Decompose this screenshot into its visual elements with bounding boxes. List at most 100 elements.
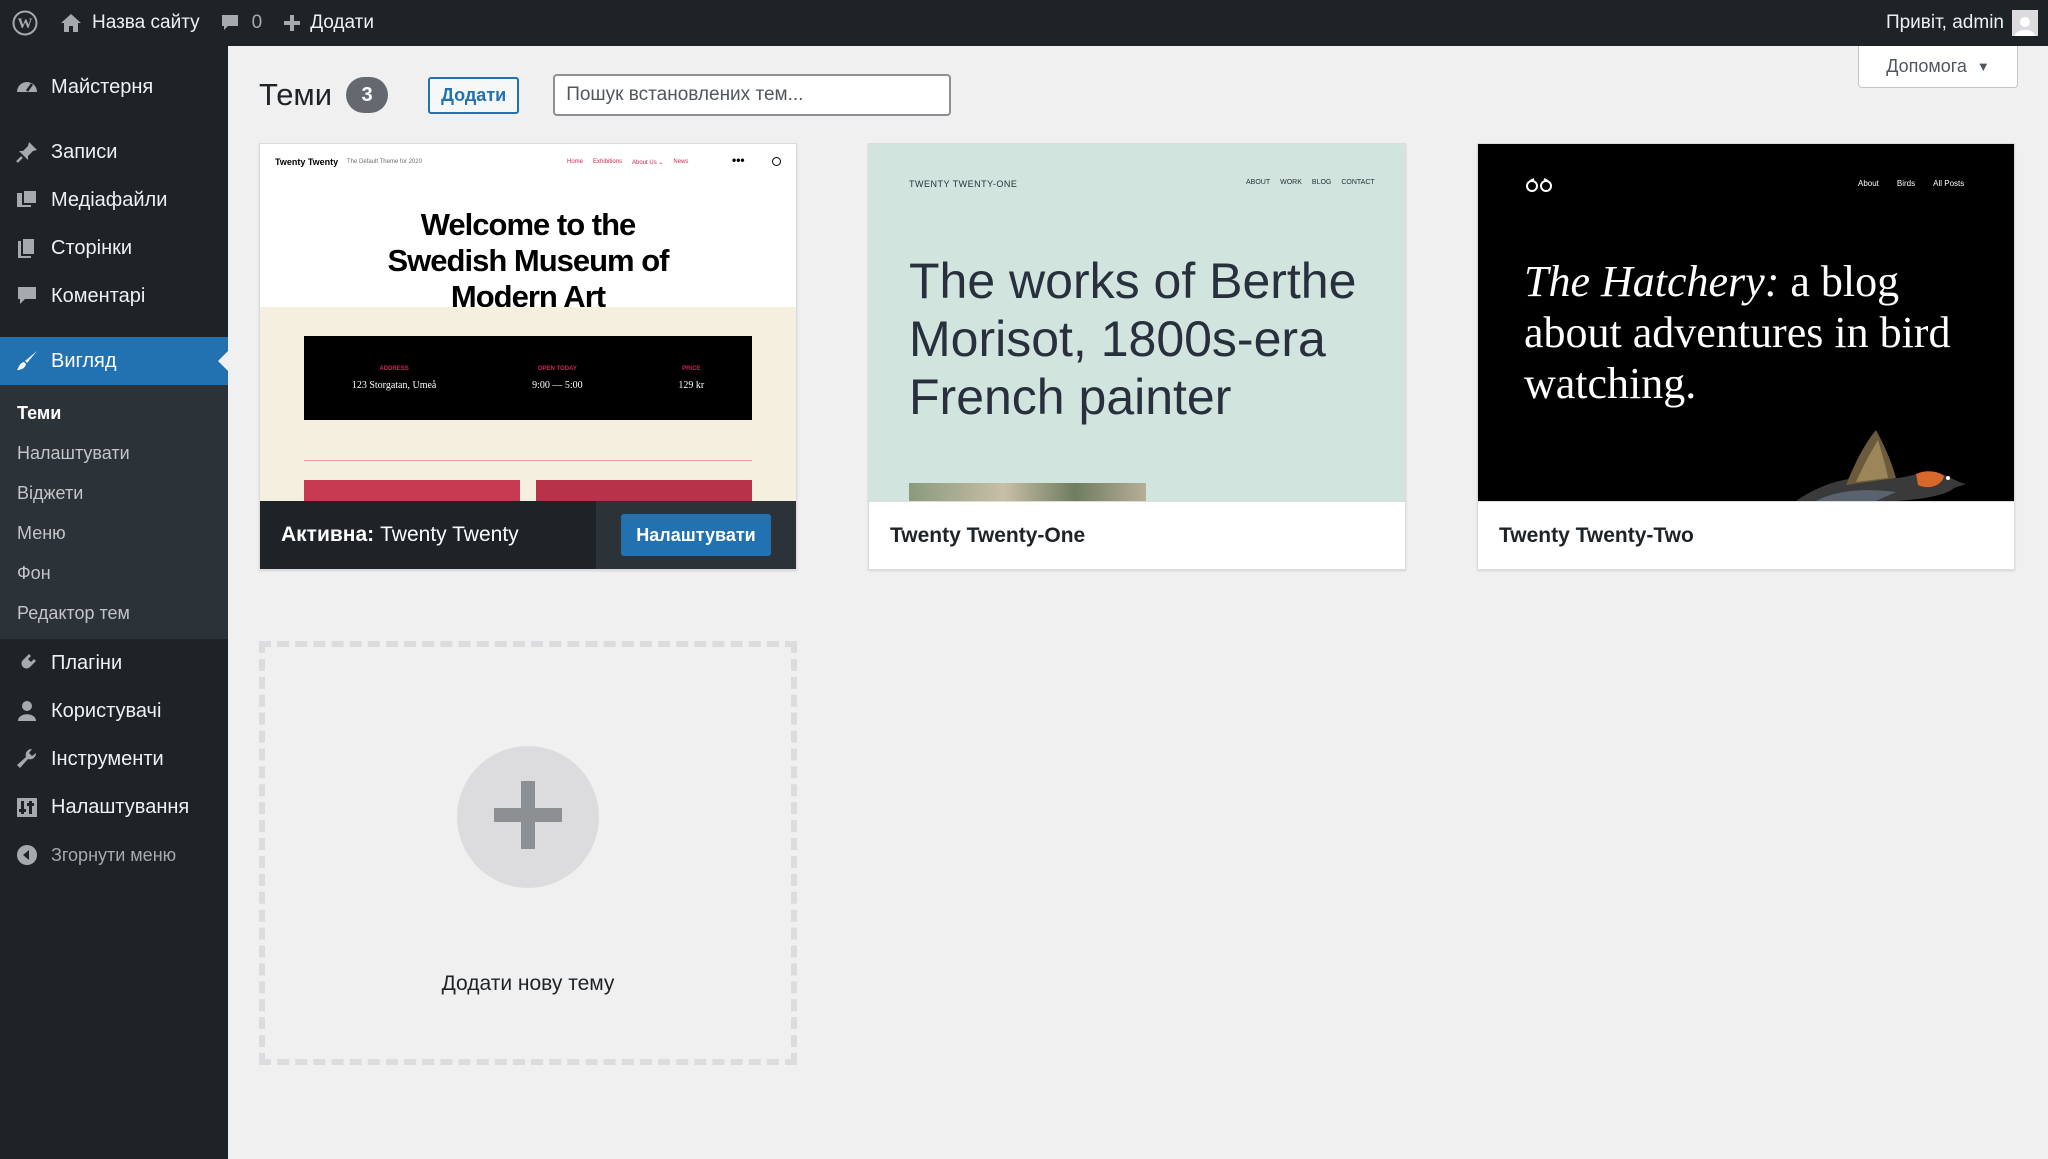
theme-screenshot[interactable]: Twenty Twenty The Default Theme for 2020…	[260, 144, 796, 501]
greeting: Привіт, admin	[1885, 12, 2004, 33]
theme-screenshot[interactable]: About Birds All Posts The Hatchery: a bl…	[1478, 144, 2014, 501]
sidebar-item-label: Сторінки	[51, 236, 133, 259]
theme-name-bar: Активна: Twenty Twenty Налаштувати	[260, 501, 796, 569]
theme-card-twenty-twenty-two[interactable]: About Birds All Posts The Hatchery: a bl…	[1477, 143, 2015, 570]
comments-count: 0	[251, 12, 263, 33]
preview-site-title: TWENTY TWENTY-ONE	[909, 179, 1018, 189]
help-tab-button[interactable]: Допомога ▼	[1858, 46, 2018, 88]
sidebar-item-comments[interactable]: Коментарі	[0, 272, 228, 320]
preview-nav: About Birds All Posts	[1858, 179, 1964, 188]
sidebar-item-tools[interactable]: Інструменти	[0, 735, 228, 783]
preview-nav-item: All Posts	[1933, 179, 1965, 188]
submenu-menus[interactable]: Меню	[0, 513, 228, 553]
dashboard-icon	[14, 74, 40, 100]
submenu-theme-editor[interactable]: Редактор тем	[0, 593, 228, 633]
preview-info-label: PRICE	[682, 365, 701, 372]
preview-nav-item: Exhibitions	[593, 159, 623, 165]
sidebar-item-settings[interactable]: Налаштування	[0, 783, 228, 831]
preview-heading: Welcome to the Swedish Museum of Modern …	[387, 207, 670, 314]
sidebar-item-appearance[interactable]: Вигляд	[0, 337, 228, 385]
appearance-submenu: Теми Налаштувати Віджети Меню Фон Редакт…	[0, 385, 228, 639]
site-name: Назва сайту	[92, 12, 200, 33]
sidebar-item-plugins[interactable]: Плагіни	[0, 639, 228, 687]
svg-text:W: W	[18, 16, 33, 32]
plus-icon	[282, 13, 302, 33]
pages-icon	[14, 235, 40, 261]
theme-name: Twenty Twenty	[380, 523, 519, 546]
theme-actions: Налаштувати	[596, 501, 796, 569]
sidebar-item-label: Майстерня	[51, 75, 154, 98]
sidebar-item-label: Записи	[51, 140, 118, 163]
preview-nav-item: CONTACT	[1341, 179, 1375, 186]
wrench-icon	[14, 746, 40, 772]
theme-screenshot[interactable]: TWENTY TWENTY-ONE ABOUT WORK BLOG CONTAC…	[869, 144, 1405, 501]
preview-info-value: 123 Storgatan, Umeå	[351, 379, 437, 391]
preview-search-icon	[772, 157, 781, 166]
collapse-arrow-icon	[14, 842, 40, 868]
preview-info-label: OPEN TODAY	[537, 365, 577, 372]
theme-name: Twenty Twenty-Two	[1478, 501, 2014, 569]
preview-heading-italic: The Hatchery:	[1524, 257, 1780, 306]
sidebar-item-dashboard[interactable]: Майстерня	[0, 63, 228, 111]
sidebar-item-label: Коментарі	[51, 284, 146, 307]
sidebar-item-media[interactable]: Медіафайли	[0, 176, 228, 224]
preview-info-label: ADDRESS	[379, 365, 409, 372]
preview-nav-item: About	[1858, 179, 1879, 188]
sidebar-item-users[interactable]: Користувачі	[0, 687, 228, 735]
sidebar-item-label: Користувачі	[51, 699, 162, 722]
preview-brand: Twenty Twenty	[275, 157, 339, 167]
plus-icon	[492, 779, 564, 856]
users-icon	[14, 698, 40, 724]
preview-tagline: The Default Theme for 2020	[347, 159, 422, 165]
preview-heading: The Hatchery: a blog about adventures in…	[1524, 256, 1964, 409]
page-header: Теми 3 Додати Пошук встановлених тем...	[259, 74, 952, 116]
preview-nav-item: Birds	[1896, 179, 1916, 188]
preview-info-value: 9:00 — 5:00	[532, 379, 583, 391]
add-new-theme-label: Додати нову тему	[441, 972, 615, 995]
theme-count-badge: 3	[346, 77, 389, 113]
preview-image-block	[304, 480, 520, 501]
collapse-menu-button[interactable]: Згорнути меню	[0, 831, 228, 879]
add-new-circle	[457, 746, 599, 888]
pin-icon	[14, 139, 40, 165]
preview-nav-item: BLOG	[1311, 179, 1332, 186]
site-name-link[interactable]: Назва сайту	[50, 0, 210, 46]
comments-link[interactable]: 0	[210, 0, 273, 46]
preview-divider	[304, 460, 752, 461]
preview-menu-dots-icon: •••	[732, 153, 745, 167]
preview-nav-item: About Us ⌄	[632, 160, 664, 166]
sidebar-item-label: Інструменти	[51, 747, 164, 770]
comment-icon	[220, 13, 240, 33]
wordpress-logo-icon[interactable]: W	[0, 0, 50, 46]
preview-nav: Home Exhibitions About Us ⌄ News	[567, 159, 688, 166]
preview-nav-item: ABOUT	[1246, 179, 1271, 186]
theme-search-input[interactable]: Пошук встановлених тем...	[553, 74, 952, 116]
preview-info-value: 129 kr	[678, 379, 705, 391]
submenu-background[interactable]: Фон	[0, 553, 228, 593]
sidebar-item-pages[interactable]: Сторінки	[0, 224, 228, 272]
preview-nav-item: News	[673, 159, 689, 165]
add-theme-button[interactable]: Додати	[428, 76, 520, 114]
brush-icon	[14, 348, 40, 374]
preview-info-box: ADDRESS 123 Storgatan, Umeå OPEN TODAY 9:0…	[304, 336, 752, 420]
preview-nav-item: Home	[567, 159, 584, 165]
home-icon	[60, 13, 82, 33]
new-content-label: Додати	[310, 12, 374, 33]
my-account-link[interactable]: Привіт, admin	[1886, 0, 2048, 46]
preview-painting-image	[909, 483, 1146, 501]
sidebar-item-label: Налаштування	[51, 795, 190, 818]
settings-icon	[14, 794, 40, 820]
main-content: Допомога ▼ Теми 3 Додати Пошук встановле…	[228, 46, 2048, 1159]
comment-icon	[14, 283, 40, 309]
submenu-themes[interactable]: Теми	[0, 393, 228, 433]
theme-card-twenty-twenty[interactable]: Twenty Twenty The Default Theme for 2020…	[259, 143, 797, 570]
add-new-theme-card[interactable]: Додати нову тему	[259, 641, 797, 1065]
customize-button[interactable]: Налаштувати	[621, 514, 771, 556]
media-icon	[14, 187, 40, 213]
admin-sidebar: Майстерня Записи Медіафайли Сторінки Ком…	[0, 46, 228, 1159]
sidebar-item-posts[interactable]: Записи	[0, 128, 228, 176]
submenu-widgets[interactable]: Віджети	[0, 473, 228, 513]
submenu-customize[interactable]: Налаштувати	[0, 433, 228, 473]
theme-card-twenty-twenty-one[interactable]: TWENTY TWENTY-ONE ABOUT WORK BLOG CONTAC…	[868, 143, 1406, 570]
new-content-link[interactable]: Додати	[272, 0, 384, 46]
